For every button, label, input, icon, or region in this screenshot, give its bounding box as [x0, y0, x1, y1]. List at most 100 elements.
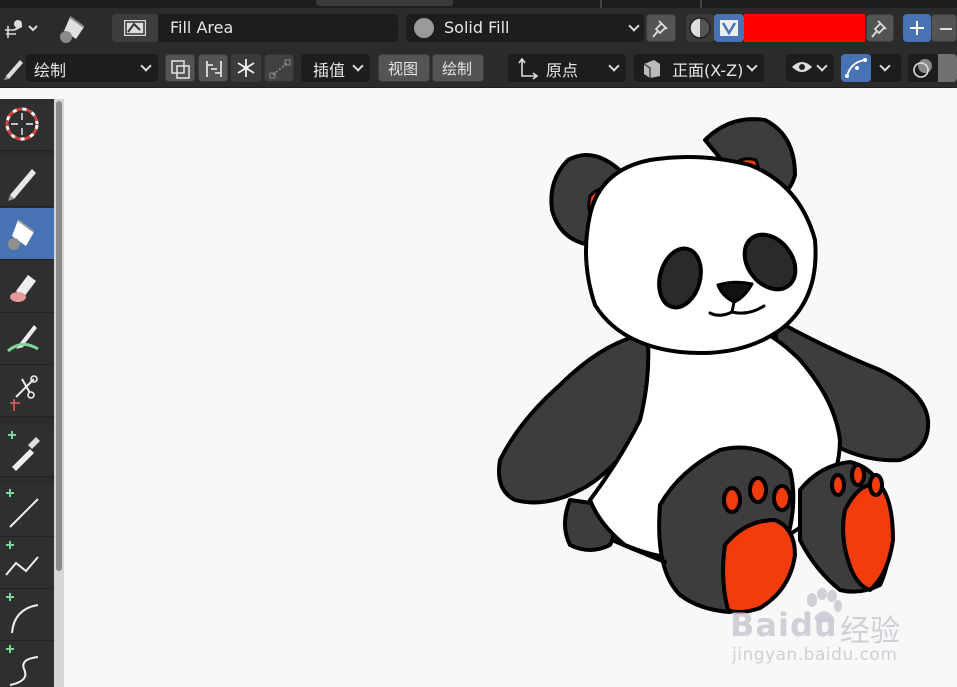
top-divider [600, 0, 602, 8]
watermark-url: jingyan.baidu.com [732, 645, 898, 665]
guides-icon [206, 61, 222, 77]
eyedropper-icon [8, 431, 40, 471]
view-menu-label: 视图 [388, 60, 419, 78]
chevron-down-icon [608, 60, 620, 72]
chevron-down-icon [140, 60, 152, 72]
overlay-dropdown[interactable] [908, 54, 957, 82]
fill-area-field[interactable]: Fill Area [158, 14, 398, 42]
visibility-dropdown[interactable] [786, 54, 834, 82]
chevron-down-icon [879, 60, 891, 72]
scrollbar-thumb[interactable] [56, 101, 62, 571]
snowflake-icon [237, 59, 255, 77]
curve-toggle-button[interactable] [841, 54, 871, 82]
orientation-label: 正面(X-Z) [672, 61, 744, 80]
tool-arc[interactable] [0, 589, 54, 641]
editor-type-button[interactable] [2, 14, 38, 42]
dashed-link-icon [269, 59, 291, 79]
lock-axis-button[interactable] [264, 54, 294, 82]
plane-icon [643, 60, 660, 78]
curve-options-dropdown[interactable] [871, 54, 901, 82]
tool-erase[interactable] [0, 261, 54, 313]
top-tab[interactable] [316, 0, 453, 6]
tool-fill[interactable] [0, 208, 54, 260]
draw-menu-label: 绘制 [442, 60, 473, 78]
baidu-paw-logo [807, 588, 842, 623]
top-divider [700, 0, 702, 8]
chevron-down-icon [628, 20, 640, 32]
color-mode-material-button[interactable] [686, 14, 714, 42]
overlay-circles-icon [913, 59, 932, 78]
material-mode-dropdown[interactable]: Solid Fill [406, 14, 644, 42]
tool-eyedropper[interactable] [0, 425, 54, 477]
remove-button[interactable] [931, 14, 957, 42]
chevron-down-icon [352, 60, 364, 72]
pin-button[interactable] [646, 14, 676, 42]
interpolate-dropdown[interactable]: 插值 [301, 54, 370, 82]
material-mode-label: Solid Fill [444, 18, 510, 37]
chevron-down-icon [816, 60, 828, 72]
curve-edit-icon [845, 58, 867, 78]
fill-tool-icon[interactable] [56, 11, 92, 45]
interpolate-label: 插值 [313, 61, 346, 80]
multiframe-button[interactable] [165, 54, 195, 82]
line-icon [6, 489, 39, 528]
plus-icon [910, 21, 924, 35]
tool-settings-bar: 绘制 插值 视图 绘制 原点 正面(X-Z) [0, 48, 957, 88]
arc-icon [6, 593, 39, 634]
view-menu[interactable]: 视图 [378, 54, 430, 82]
brush-icon [0, 54, 28, 82]
tool-cursor[interactable] [0, 99, 54, 151]
orientation-dropdown[interactable]: 正面(X-Z) [634, 54, 764, 82]
guides-button[interactable] [198, 54, 228, 82]
panda-toe [722, 486, 742, 514]
color-mode-vertex-button[interactable] [714, 14, 744, 42]
watermark-cn: 经验 [840, 614, 900, 649]
tool-line[interactable] [0, 485, 54, 537]
chevron-down-icon [746, 60, 758, 72]
multiframe-icon [171, 60, 190, 79]
eye-icon [792, 62, 812, 72]
minus-icon [940, 28, 952, 30]
pivot-label: 原点 [546, 61, 579, 80]
brush-mode-label: 绘制 [34, 61, 67, 80]
window-top-strip [0, 0, 957, 8]
tint-brush-icon [7, 325, 39, 353]
gpencil-mode-icon [5, 20, 38, 38]
polyline-icon [5, 541, 39, 576]
header-bar: Fill Area Solid Fill [0, 8, 957, 48]
add-button[interactable] [903, 14, 931, 42]
drawing-canvas[interactable]: Baidu 经验 jingyan.baidu.com [64, 89, 957, 687]
color-wheel-icon [689, 17, 711, 39]
toolbar-scrollbar[interactable] [54, 99, 64, 687]
pivot-dropdown[interactable]: 原点 [508, 54, 626, 82]
fill-area-label: Fill Area [170, 18, 234, 37]
panda-toe [748, 476, 768, 504]
pin-icon [652, 20, 668, 38]
tool-tint[interactable] [0, 313, 54, 365]
material-ball-icon [414, 18, 434, 38]
vertex-color-swatch[interactable] [744, 14, 865, 42]
panda-toe [772, 484, 792, 512]
fill-bucket-icon [8, 219, 35, 250]
tool-draw[interactable] [0, 155, 54, 207]
scissors-icon [10, 375, 38, 411]
panda-toe [830, 473, 846, 497]
overlay-swatch [938, 54, 957, 82]
brush-mode-dropdown[interactable]: 绘制 [26, 54, 158, 82]
vertex-color-icon [720, 20, 738, 36]
cursor-icon [5, 107, 39, 141]
pin-icon [871, 20, 887, 38]
panda-left-sole [721, 518, 797, 615]
pin-button-2[interactable] [866, 14, 894, 42]
origin-axes-icon [518, 57, 539, 80]
snap-button[interactable] [231, 54, 261, 82]
curve-icon [6, 645, 39, 686]
tool-polyline[interactable] [0, 537, 54, 589]
tool-cutter[interactable] [0, 365, 54, 417]
panda-toe [850, 463, 866, 487]
draw-menu[interactable]: 绘制 [432, 54, 484, 82]
eraser-icon [10, 275, 36, 302]
tool-curve[interactable] [0, 641, 54, 687]
pencil-icon [8, 169, 36, 201]
toolbar [0, 99, 54, 687]
